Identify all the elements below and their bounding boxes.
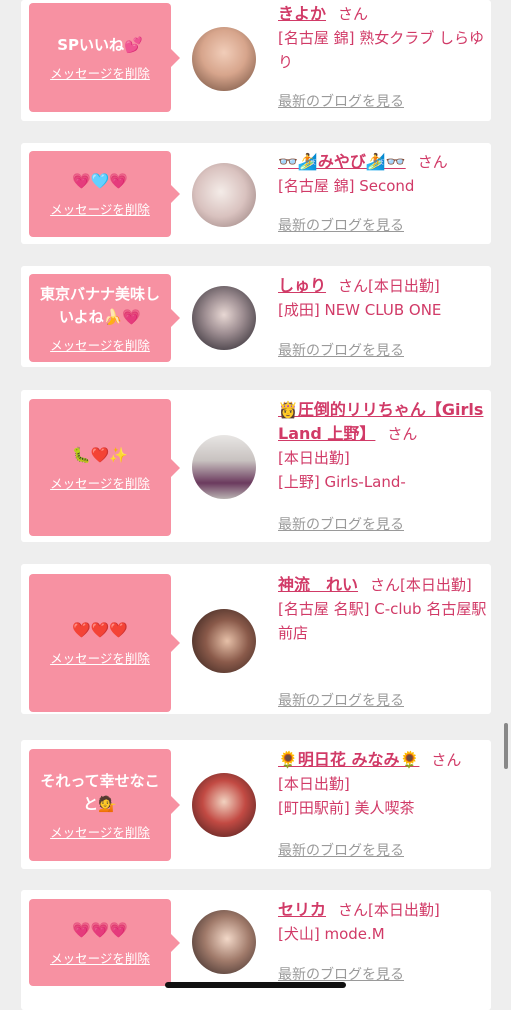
shop-detail: [上野] Girls-Land- xyxy=(278,473,406,491)
message-text: ❤️❤️❤️ xyxy=(71,621,129,639)
avatar[interactable] xyxy=(192,435,256,499)
home-indicator xyxy=(165,982,346,988)
honorific-label: さん xyxy=(431,751,462,769)
message-card: 💗🩵💗 メッセージを削除 👓🏄みやび🏄👓 さん [名古屋 錦] Second 最新のブログ… xyxy=(21,143,491,244)
shop-detail: [犬山] mode.M xyxy=(278,925,385,943)
message-card: SPいいね💕 メッセージを削除 きよか さん [名古屋 錦] 熟女クラブ しらゆり最新の… xyxy=(21,0,491,121)
sender-name-link[interactable]: セリカ xyxy=(278,900,326,919)
message-card: 🐛❤️✨ メッセージを削除 👸圧倒的リリちゃん【Girls Land 上野】 さん [本… xyxy=(21,390,491,542)
sender-name-link[interactable]: 👓🏄みやび🏄👓 xyxy=(278,152,406,171)
shop-detail: [町田駅前] 美人喫茶 xyxy=(278,799,415,817)
status-label: [本日出勤] xyxy=(400,576,472,594)
message-bubble: それって幸せなこと💁 メッセージを削除 xyxy=(29,749,180,861)
sender-info: 🌻明日花 みなみ🌻 さん [本日出勤] [町田駅前] 美人喫茶 xyxy=(278,748,488,820)
honorific-label: さん xyxy=(387,425,418,443)
sender-info: きよか さん [名古屋 錦] 熟女クラブ しらゆり xyxy=(278,2,488,74)
shop-detail: [成田] NEW CLUB ONE xyxy=(278,301,442,319)
latest-blog-link[interactable]: 最新のブログを見る xyxy=(278,340,404,360)
sender-name-link[interactable]: しゅり xyxy=(278,276,326,295)
shop-detail: [名古屋 錦] Second xyxy=(278,177,415,195)
shop-detail: [名古屋 名駅] C-club 名古屋駅前店 xyxy=(278,600,487,642)
shop-detail: [本日出勤] xyxy=(278,775,350,793)
latest-blog-link[interactable]: 最新のブログを見る xyxy=(278,215,404,235)
message-bubble: 東京バナナ美味しいよね🍌💗 メッセージを削除 xyxy=(29,274,180,362)
message-bubble: 💗💗💗 メッセージを削除 xyxy=(29,899,180,986)
message-bubble: 💗🩵💗 メッセージを削除 xyxy=(29,151,180,237)
message-bubble: 🐛❤️✨ メッセージを削除 xyxy=(29,399,180,536)
honorific-label: さん xyxy=(417,153,448,171)
sender-info: 👸圧倒的リリちゃん【Girls Land 上野】 さん [本日出勤] [上野] Gir… xyxy=(278,398,488,494)
sender-name-link[interactable]: きよか xyxy=(278,4,326,23)
avatar[interactable] xyxy=(192,286,256,350)
avatar[interactable] xyxy=(192,27,256,91)
status-label: [本日出勤] xyxy=(368,901,440,919)
shop-detail: [名古屋 錦] 熟女クラブ しらゆり xyxy=(278,29,485,71)
sender-name-link[interactable]: 神流 れい xyxy=(278,575,358,594)
message-text: 🐛❤️✨ xyxy=(71,445,129,464)
message-text: 💗🩵💗 xyxy=(71,172,129,190)
latest-blog-link[interactable]: 最新のブログを見る xyxy=(278,91,404,111)
sender-info: 👓🏄みやび🏄👓 さん [名古屋 錦] Second xyxy=(278,150,488,198)
honorific-label: さん xyxy=(370,576,401,594)
honorific-label: さん xyxy=(338,5,369,23)
delete-message-link[interactable]: メッセージを削除 xyxy=(50,335,150,354)
delete-message-link[interactable]: メッセージを削除 xyxy=(50,948,150,967)
message-card: それって幸せなこと💁 メッセージを削除 🌻明日花 みなみ🌻 さん [本日出勤] [町田駅前… xyxy=(21,740,491,869)
delete-message-link[interactable]: メッセージを削除 xyxy=(50,822,150,841)
delete-message-link[interactable]: メッセージを削除 xyxy=(50,63,150,82)
delete-message-link[interactable]: メッセージを削除 xyxy=(50,473,150,492)
message-text: それって幸せなこと💁 xyxy=(40,771,160,813)
latest-blog-link[interactable]: 最新のブログを見る xyxy=(278,964,404,984)
message-text: 💗💗💗 xyxy=(71,920,129,939)
message-card: 東京バナナ美味しいよね🍌💗 メッセージを削除 しゅり さん[本日出勤] [成田] NEW… xyxy=(21,266,491,367)
message-card: ❤️❤️❤️ メッセージを削除 神流 れい さん[本日出勤] [名古屋 名駅] C-cl… xyxy=(21,564,491,714)
sender-name-link[interactable]: 🌻明日花 みなみ🌻 xyxy=(278,750,419,769)
avatar[interactable] xyxy=(192,773,256,837)
sender-info: しゅり さん[本日出勤] [成田] NEW CLUB ONE xyxy=(278,274,488,322)
message-bubble: ❤️❤️❤️ メッセージを削除 xyxy=(29,574,180,712)
delete-message-link[interactable]: メッセージを削除 xyxy=(50,199,150,218)
message-text: SPいいね💕 xyxy=(57,35,143,54)
avatar[interactable] xyxy=(192,163,256,227)
latest-blog-link[interactable]: 最新のブログを見る xyxy=(278,840,404,860)
sender-info: 神流 れい さん[本日出勤] [名古屋 名駅] C-club 名古屋駅前店 xyxy=(278,573,488,645)
message-text: 東京バナナ美味しいよね🍌💗 xyxy=(39,284,160,326)
message-card: 💗💗💗 メッセージを削除 セリカ さん[本日出勤] [犬山] mode.M 最新のブログを… xyxy=(21,890,491,1010)
sender-info: セリカ さん[本日出勤] [犬山] mode.M xyxy=(278,898,488,946)
shop-detail: [本日出勤] xyxy=(278,449,350,467)
sender-name-link[interactable]: 👸圧倒的リリちゃん【Girls Land 上野】 xyxy=(278,400,483,443)
delete-message-link[interactable]: メッセージを削除 xyxy=(50,648,150,667)
honorific-label: さん xyxy=(338,277,369,295)
honorific-label: さん xyxy=(338,901,369,919)
status-label: [本日出勤] xyxy=(368,277,440,295)
latest-blog-link[interactable]: 最新のブログを見る xyxy=(278,514,404,534)
avatar[interactable] xyxy=(192,910,256,974)
latest-blog-link[interactable]: 最新のブログを見る xyxy=(278,690,404,710)
message-bubble: SPいいね💕 メッセージを削除 xyxy=(29,3,180,112)
scrollbar[interactable] xyxy=(504,723,508,769)
avatar[interactable] xyxy=(192,609,256,673)
